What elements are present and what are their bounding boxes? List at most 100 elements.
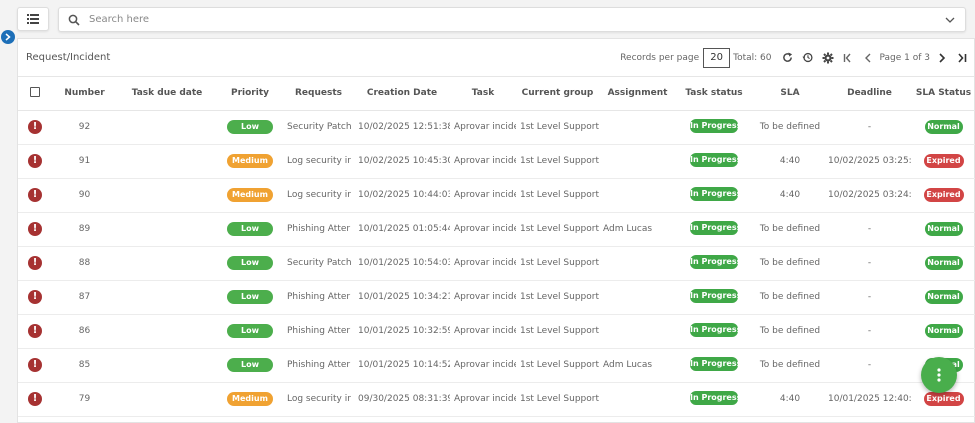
column-header-current-group[interactable]: Current group bbox=[516, 77, 599, 111]
cell-request[interactable]: Phishing Atter bbox=[283, 212, 354, 247]
settings-gear-icon[interactable] bbox=[822, 52, 834, 64]
cell-request[interactable]: Security Patch bbox=[283, 246, 354, 281]
cell-creation-date: 10/01/2025 01:05:44 P bbox=[354, 212, 450, 247]
table-row[interactable]: ! 86 Low Phishing Atter 10/01/2025 10:32:59 … bbox=[18, 314, 975, 349]
row-alert-cell: ! bbox=[18, 144, 52, 179]
row-alert-cell: ! bbox=[18, 246, 52, 281]
column-header-deadline[interactable]: Deadline bbox=[828, 77, 911, 111]
sla-status-badge: Expired bbox=[923, 188, 964, 202]
column-header-task-due-date[interactable]: Task due date bbox=[117, 77, 217, 111]
column-header-priority[interactable]: Priority bbox=[217, 77, 283, 111]
column-header-sla-status[interactable]: SLA Status bbox=[911, 77, 975, 111]
refresh-icon[interactable] bbox=[782, 52, 794, 64]
cell-task[interactable]: Aprovar incide bbox=[450, 280, 516, 315]
priority-badge: Low bbox=[227, 358, 273, 372]
cell-priority: Low bbox=[217, 280, 283, 315]
cell-sla-status: Expired bbox=[911, 178, 975, 213]
cell-task[interactable]: Aprovar incide bbox=[450, 246, 516, 281]
table-row[interactable]: ! 87 Low Phishing Atter 10/01/2025 10:34:21 … bbox=[18, 280, 975, 315]
sidebar-expand-button[interactable] bbox=[1, 30, 15, 44]
column-header-creation-date[interactable]: Creation Date bbox=[354, 77, 450, 111]
column-header-requests[interactable]: Requests bbox=[283, 77, 354, 111]
cell-number[interactable]: 79 bbox=[52, 382, 117, 417]
cell-task[interactable]: Aprovar incide bbox=[450, 348, 516, 383]
cell-number[interactable]: 90 bbox=[52, 178, 117, 213]
cell-task[interactable]: Aprovar incide bbox=[450, 382, 516, 417]
first-page-icon[interactable] bbox=[842, 52, 854, 64]
table-row[interactable]: ! 79 Medium Log security ir 09/30/2025 08:31… bbox=[18, 382, 975, 417]
row-alert-cell: ! bbox=[18, 212, 52, 247]
cell-task-status: In Progress bbox=[676, 178, 752, 213]
cell-current-group: 1st Level Support bbox=[516, 280, 599, 315]
table-row[interactable]: ! 90 Medium Log security ir 10/02/2025 10:44… bbox=[18, 178, 975, 213]
cell-task-due-date bbox=[117, 212, 217, 247]
select-all-header[interactable] bbox=[18, 77, 52, 111]
column-header-task-status[interactable]: Task status bbox=[676, 77, 752, 111]
cell-number[interactable]: 89 bbox=[52, 212, 117, 247]
cell-request[interactable]: Phishing Atter bbox=[283, 314, 354, 349]
cell-number[interactable]: 91 bbox=[52, 144, 117, 179]
records-per-page-label: Records per page bbox=[620, 52, 700, 63]
column-header-sla[interactable]: SLA bbox=[752, 77, 828, 111]
cell-number[interactable]: 86 bbox=[52, 314, 117, 349]
cell-task[interactable]: Aprovar incide bbox=[450, 212, 516, 247]
more-vertical-icon bbox=[937, 368, 941, 382]
task-status-badge: In Progress bbox=[690, 254, 738, 269]
select-all-checkbox[interactable] bbox=[30, 86, 40, 97]
cell-task[interactable]: Aprovar incide bbox=[450, 110, 516, 145]
cell-task[interactable]: Aprovar incide bbox=[450, 144, 516, 179]
cell-creation-date: 10/01/2025 10:14:52 A bbox=[354, 348, 450, 383]
column-header-assignment[interactable]: Assignment bbox=[599, 77, 676, 111]
task-status-badge: In Progress bbox=[690, 118, 738, 133]
table-row[interactable]: ! 89 Low Phishing Atter 10/01/2025 01:05:44 … bbox=[18, 212, 975, 247]
column-header-task[interactable]: Task bbox=[450, 77, 516, 111]
cell-number[interactable]: 92 bbox=[52, 110, 117, 145]
last-page-icon[interactable] bbox=[956, 52, 968, 64]
cell-request[interactable]: Log security ir bbox=[283, 382, 354, 417]
sla-status-badge: Normal bbox=[924, 324, 963, 338]
cell-deadline: - bbox=[828, 314, 911, 349]
alert-icon: ! bbox=[28, 324, 42, 338]
cell-deadline: - bbox=[828, 110, 911, 145]
cell-number[interactable]: 88 bbox=[52, 246, 117, 281]
table-row[interactable]: ! 91 Medium Log security ir 10/02/2025 10:45… bbox=[18, 144, 975, 179]
cell-request[interactable]: Security Patch bbox=[283, 110, 354, 145]
table-row[interactable]: ! 92 Low Security Patch 10/02/2025 12:51:38 … bbox=[18, 110, 975, 145]
cell-request[interactable]: Log security ir bbox=[283, 144, 354, 179]
cell-request[interactable]: Phishing Atter bbox=[283, 348, 354, 383]
records-per-page-input[interactable]: 20 bbox=[703, 47, 731, 68]
cell-deadline: - bbox=[828, 280, 911, 315]
history-icon[interactable] bbox=[802, 52, 814, 64]
cell-number[interactable]: 85 bbox=[52, 348, 117, 383]
chevron-down-icon[interactable] bbox=[945, 15, 955, 25]
next-page-icon[interactable] bbox=[936, 52, 948, 64]
cell-creation-date: 10/01/2025 10:32:59 A bbox=[354, 314, 450, 349]
cell-sla-status: Normal bbox=[911, 314, 975, 349]
cell-task[interactable]: Aprovar incide bbox=[450, 178, 516, 213]
cell-number[interactable]: 87 bbox=[52, 280, 117, 315]
alert-icon: ! bbox=[28, 222, 42, 236]
cell-creation-date: 10/02/2025 10:44:03 A bbox=[354, 178, 450, 213]
cell-creation-date: 10/01/2025 10:54:03 A bbox=[354, 246, 450, 281]
priority-badge: Low bbox=[227, 256, 273, 270]
column-header-number[interactable]: Number bbox=[52, 77, 117, 111]
search-bar[interactable]: Search here bbox=[58, 7, 966, 32]
search-input[interactable]: Search here bbox=[89, 14, 945, 25]
list-view-button[interactable] bbox=[17, 7, 49, 31]
cell-current-group: 1st Level Support bbox=[516, 314, 599, 349]
task-status-badge: In Progress bbox=[690, 220, 738, 235]
actions-menu-button[interactable] bbox=[921, 357, 957, 393]
cell-request[interactable]: Phishing Atter bbox=[283, 280, 354, 315]
previous-page-icon[interactable] bbox=[862, 52, 874, 64]
cell-task-status: In Progress bbox=[676, 280, 752, 315]
row-alert-cell: ! bbox=[18, 280, 52, 315]
cell-task-status: In Progress bbox=[676, 314, 752, 349]
cell-sla-status: Normal bbox=[911, 212, 975, 247]
row-alert-cell: ! bbox=[18, 382, 52, 417]
cell-task[interactable]: Aprovar incide bbox=[450, 314, 516, 349]
table-row[interactable]: ! 85 Low Phishing Atter 10/01/2025 10:14:52 … bbox=[18, 348, 975, 383]
cell-request[interactable]: Log security ir bbox=[283, 178, 354, 213]
alert-icon: ! bbox=[28, 256, 42, 270]
cell-task-status: In Progress bbox=[676, 348, 752, 383]
table-row[interactable]: ! 88 Low Security Patch 10/01/2025 10:54:03 … bbox=[18, 246, 975, 281]
